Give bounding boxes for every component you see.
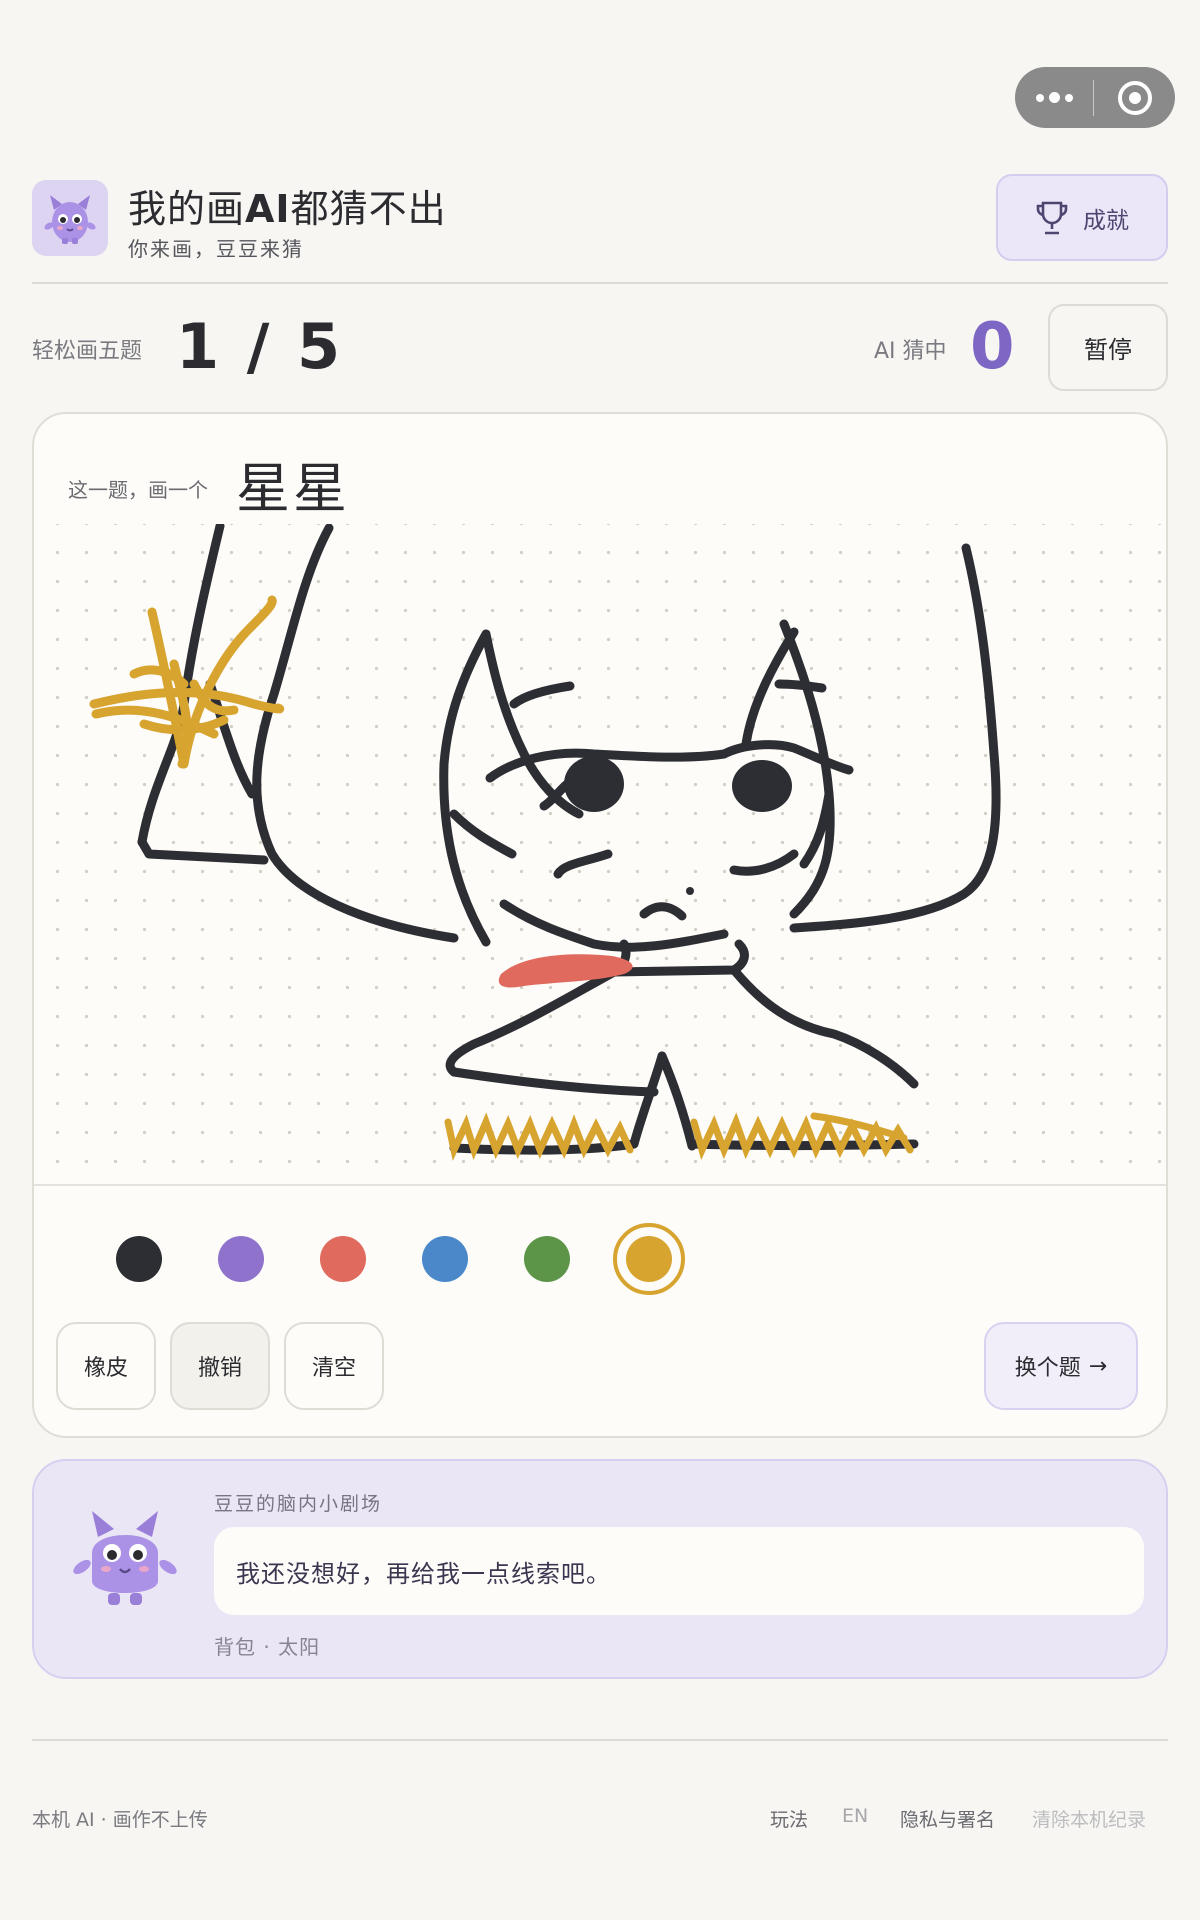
color-swatch-yellow-selected[interactable] [613, 1223, 685, 1295]
round-progress: 1 / 5 [176, 310, 344, 383]
next-prompt-button[interactable]: 换个题 → [984, 1322, 1138, 1410]
mascot-icon [73, 1511, 177, 1605]
app-title: 我的画AI都猜不出 [128, 187, 447, 231]
clear-button[interactable]: 清空 [284, 1322, 384, 1410]
footer-link-english[interactable]: EN [842, 1805, 868, 1827]
app-subtitle: 你来画，豆豆来猜 [128, 237, 304, 261]
user-drawing [89, 524, 1001, 1162]
prompt-prefix: 这一题，画一个 [68, 478, 208, 502]
footer-divider [32, 1739, 1168, 1741]
ai-score: 0 [970, 310, 1015, 384]
color-swatch-blue[interactable] [422, 1236, 468, 1282]
ai-score-label: AI 猜中 [874, 339, 947, 364]
next-prompt-label: 换个题 [1014, 1356, 1081, 1381]
color-swatch-black[interactable] [116, 1236, 162, 1282]
mode-label: 轻松画五题 [32, 339, 143, 364]
achievements-label: 成就 [1083, 207, 1129, 234]
toolbar-divider [34, 1184, 1166, 1186]
color-swatch-red[interactable] [320, 1236, 366, 1282]
trophy-icon [1036, 201, 1068, 234]
footer-link-clear-data[interactable]: 清除本机纪录 [1032, 1805, 1146, 1832]
thought-label: 豆豆的脑内小剧场 [214, 1493, 383, 1515]
arrow-right-icon: → [1088, 1353, 1108, 1379]
mascot-icon [44, 195, 96, 244]
footer-note: 本机 AI · 画作不上传 [32, 1809, 208, 1831]
undo-button[interactable]: 撤销 [170, 1322, 270, 1410]
close-miniprogram-icon[interactable] [1094, 80, 1175, 115]
footer-link-privacy[interactable]: 隐私与署名 [900, 1805, 995, 1832]
thought-bubble: 我还没想好，再给我一点线索吧。 [214, 1527, 1144, 1615]
color-swatch-green[interactable] [524, 1236, 570, 1282]
pause-button[interactable]: 暂停 [1048, 304, 1168, 391]
thought-message: 我还没想好，再给我一点线索吧。 [236, 1559, 611, 1588]
drawing-canvas[interactable] [34, 524, 1166, 1172]
inventory-text: 背包 · 太阳 [214, 1635, 321, 1659]
header-divider [32, 282, 1168, 284]
ai-thought-panel: 豆豆的脑内小剧场 我还没想好，再给我一点线索吧。 背包 · 太阳 [32, 1459, 1168, 1679]
prompt-word: 星星 [236, 457, 350, 520]
footer-link-howto[interactable]: 玩法 [770, 1805, 808, 1832]
mini-program-capsule [1015, 67, 1175, 128]
eraser-button[interactable]: 橡皮 [56, 1322, 156, 1410]
drawing-card: 这一题，画一个 星星 橡皮 撤销 清空 换个题 → [32, 412, 1168, 1438]
achievements-button[interactable]: 成就 [996, 174, 1168, 261]
more-options-icon[interactable] [1015, 67, 1093, 128]
color-swatch-purple[interactable] [218, 1236, 264, 1282]
app-logo [32, 180, 108, 256]
mascot-avatar [72, 1501, 178, 1615]
